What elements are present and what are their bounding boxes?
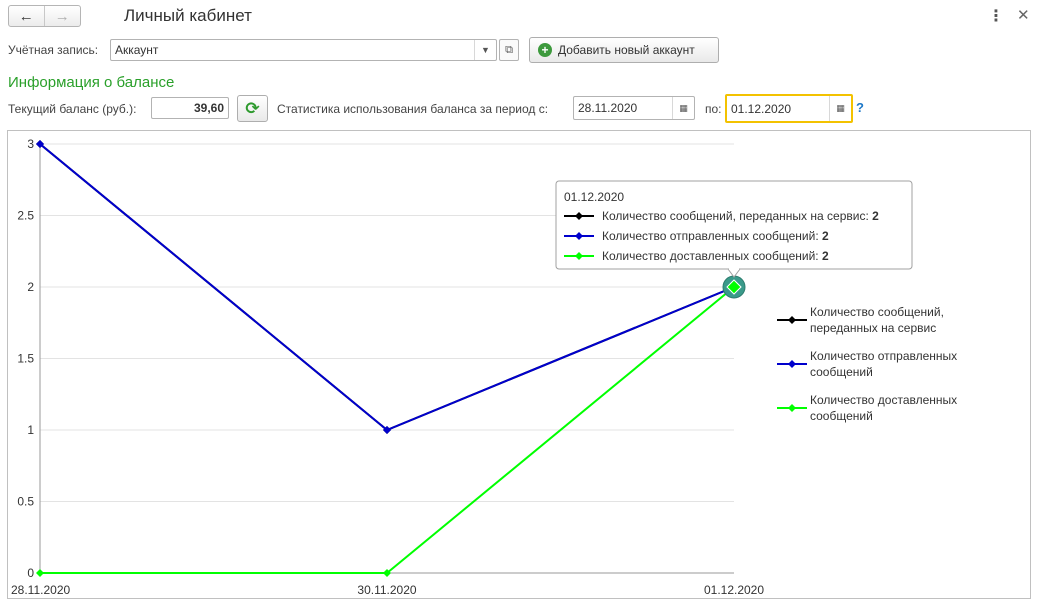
tooltip-item-value: 2 [872, 209, 879, 223]
y-tick-label: 0 [27, 566, 34, 580]
x-tick-label: 30.11.2020 [357, 583, 416, 597]
current-balance-label: Текущий баланс (руб.): [8, 102, 137, 116]
legend-label: Количество отправленных [810, 349, 957, 363]
balance-section-title: Информация о балансе [8, 74, 175, 91]
legend-label: Количество доставленных [810, 393, 957, 407]
date-from-value: 28.11.2020 [578, 101, 638, 115]
x-tick-label: 01.12.2020 [704, 583, 764, 597]
y-tick-label: 3 [27, 137, 34, 151]
legend-label: сообщений [810, 365, 873, 379]
date-to-value: 01.12.2020 [731, 101, 792, 116]
tooltip-pointer [727, 268, 741, 278]
navigation-buttons: ← → [8, 5, 81, 27]
y-tick-label: 2.5 [17, 209, 34, 223]
arrow-right-icon: → [54, 7, 70, 25]
tooltip-item-value: 2 [822, 249, 829, 263]
tooltip-item: Количество сообщений, переданных на серв… [602, 209, 879, 223]
help-icon[interactable]: ? [856, 100, 864, 115]
date-to-label: по: [705, 102, 722, 116]
open-account-icon[interactable]: ⧉ [499, 39, 519, 61]
date-to-field[interactable]: 01.12.2020 ▦ [725, 94, 853, 123]
calendar-icon[interactable]: ▦ [672, 97, 694, 119]
x-tick-label: 28.11.2020 [11, 583, 70, 597]
legend-label: переданных на сервис [810, 321, 936, 335]
tooltip-item-value: 2 [822, 229, 829, 243]
vertical-dots-icon[interactable]: ⋮ [988, 6, 1004, 26]
calendar-icon[interactable]: ▦ [829, 96, 851, 121]
tooltip-item: Количество доставленных сообщений: 2 [602, 249, 829, 263]
balance-chart: 0 0.5 1 1.5 2 2.5 3 28.11.2020 30.11.2020 01.12.2… [7, 130, 1031, 599]
legend-marker [788, 404, 796, 412]
legend-marker [788, 316, 796, 324]
account-label: Учётная запись: [8, 43, 99, 57]
data-point [36, 569, 44, 577]
stats-period-label: Статистика использования баланса за пери… [277, 102, 549, 116]
refresh-button[interactable]: ⟳ [237, 95, 268, 122]
legend-marker [788, 360, 796, 368]
account-field[interactable]: Аккаунт ▼ [110, 39, 497, 61]
current-balance-field: 39,60 [151, 97, 229, 119]
y-tick-label: 2 [27, 280, 34, 294]
y-tick-label: 0.5 [17, 495, 34, 509]
dropdown-arrow-icon[interactable]: ▼ [474, 40, 496, 60]
forward-button[interactable]: → [45, 6, 81, 26]
plus-circle-icon: + [538, 43, 552, 57]
current-balance-value: 39,60 [193, 101, 224, 115]
back-button[interactable]: ← [9, 6, 45, 26]
account-value: Аккаунт [115, 43, 159, 57]
window-title: Личный кабинет [124, 6, 252, 25]
refresh-icon: ⟳ [245, 98, 260, 118]
tooltip-item: Количество отправленных сообщений: 2 [602, 229, 829, 243]
add-account-button[interactable]: + Добавить новый аккаунт [529, 37, 719, 63]
legend-label: Количество сообщений, [810, 305, 944, 319]
arrow-left-icon: ← [18, 7, 34, 25]
legend-label: сообщений [810, 409, 873, 423]
add-account-button-label: Добавить новый аккаунт [558, 43, 695, 57]
chart-svg: 0 0.5 1 1.5 2 2.5 3 28.11.2020 30.11.2020 01.12.2… [11, 137, 957, 597]
tooltip-date: 01.12.2020 [564, 190, 624, 204]
date-from-field[interactable]: 28.11.2020 ▦ [573, 96, 695, 120]
y-tick-label: 1 [27, 423, 34, 437]
y-tick-label: 1.5 [17, 352, 34, 366]
close-icon[interactable]: ✕ [1017, 6, 1030, 24]
